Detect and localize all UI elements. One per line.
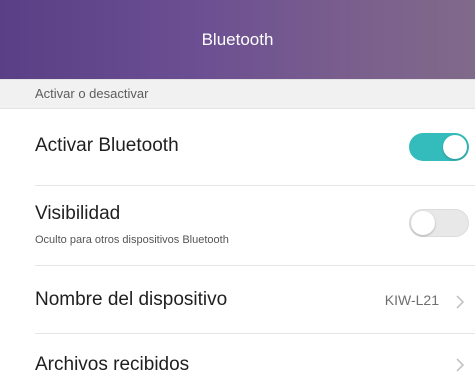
visibility-row[interactable]: Visibilidad Oculto para otros dispositiv… (0, 186, 475, 266)
device-name-row[interactable]: Nombre del dispositivo KIW-L21 (0, 266, 475, 334)
received-files-label: Archivos recibidos (35, 354, 190, 374)
visibility-label: Visibilidad (35, 203, 121, 224)
section-header: Activar o desactivar (0, 79, 475, 109)
received-files-row[interactable]: Archivos recibidos (0, 334, 475, 374)
switch-knob (443, 135, 467, 159)
app-header: Bluetooth (0, 0, 475, 79)
visibility-description: Oculto para otros dispositivos Bluetooth (35, 234, 229, 246)
bluetooth-switch[interactable] (409, 133, 469, 161)
bluetooth-toggle-row[interactable]: Activar Bluetooth (0, 109, 475, 186)
chevron-right-icon (456, 295, 465, 309)
device-name-value: KIW-L21 (384, 292, 439, 308)
device-name-label: Nombre del dispositivo (35, 289, 228, 310)
bluetooth-toggle-label: Activar Bluetooth (35, 135, 179, 156)
switch-knob (411, 211, 435, 235)
page-title: Bluetooth (201, 30, 274, 49)
bluetooth-settings-screen: Bluetooth Activar o desactivar Activar B… (0, 0, 475, 374)
visibility-switch[interactable] (409, 209, 469, 237)
section-label: Activar o desactivar (35, 86, 149, 101)
chevron-right-icon (456, 358, 465, 372)
